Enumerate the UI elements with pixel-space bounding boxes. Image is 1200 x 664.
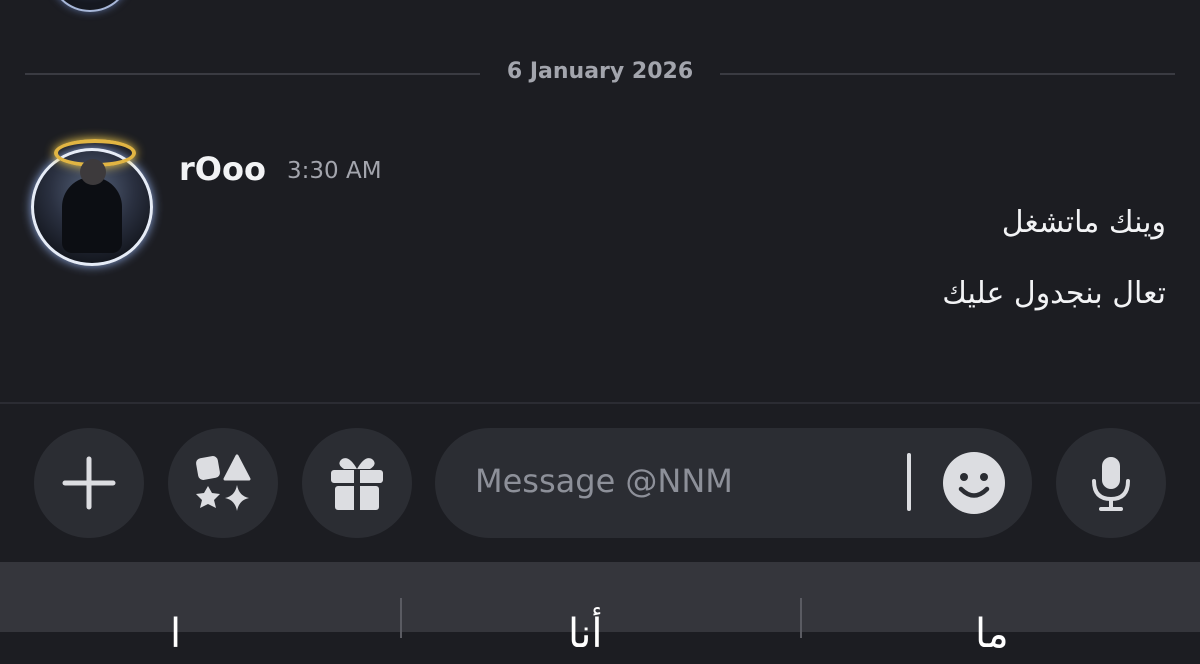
gift-button[interactable] (302, 428, 412, 538)
message-author[interactable]: rOoo (179, 150, 266, 188)
previous-message-avatar[interactable] (50, 0, 130, 12)
gift-icon (331, 458, 383, 510)
composer-border (0, 402, 1200, 404)
text-caret (907, 453, 911, 511)
emoji-icon[interactable] (943, 452, 1005, 514)
suggestion-word[interactable]: أنا (568, 604, 602, 664)
date-divider: 6 January 2026 (25, 55, 1175, 91)
microphone-icon (1092, 457, 1130, 511)
divider-date: 6 January 2026 (506, 59, 694, 84)
message-line: وينك ماتشغل (1001, 205, 1166, 240)
divider-line-right (720, 73, 1175, 75)
add-attachment-button[interactable] (34, 428, 144, 538)
suggestion-divider (800, 598, 802, 638)
avatar-figure (62, 177, 122, 253)
message-timestamp: 3:30 AM (287, 158, 382, 184)
avatar-face (80, 159, 106, 185)
voice-message-button[interactable] (1056, 428, 1166, 538)
keyboard-suggestion-bar: ا أنا ما (0, 562, 1200, 657)
plus-icon (62, 456, 116, 510)
apps-button[interactable] (168, 428, 278, 538)
suggestion-word[interactable]: ا (170, 604, 181, 664)
avatar[interactable] (31, 139, 153, 266)
message-input[interactable]: Message @NNM (435, 428, 1032, 538)
suggestion-word[interactable]: ما (975, 604, 1009, 664)
apps-icon (196, 454, 251, 511)
divider-line-left (25, 73, 480, 75)
suggestion-divider (400, 598, 402, 638)
message-line: تعال بنجدول عليك (942, 276, 1166, 311)
message-input-placeholder: Message @NNM (475, 462, 733, 500)
